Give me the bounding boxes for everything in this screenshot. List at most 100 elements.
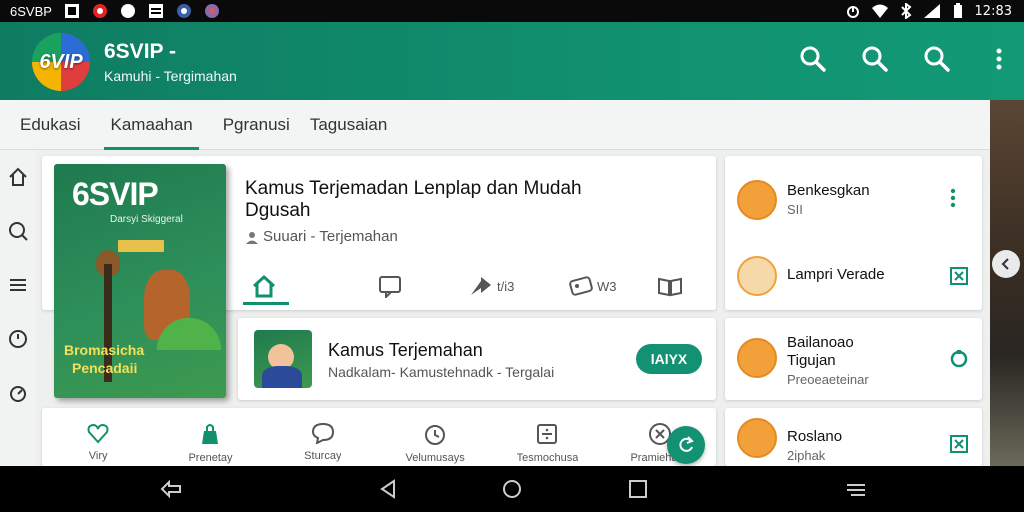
app-logo[interactable]: 6VIP (32, 33, 90, 91)
cover-bottom-line2: Pencadaii (72, 360, 138, 376)
tab-tagusaian[interactable]: Tagusaian (310, 100, 388, 150)
app-title: 6SVIP - (104, 40, 176, 63)
more-vert-icon (996, 48, 1002, 70)
action-book[interactable] (657, 275, 683, 297)
right-item-title: Bailanoao Tigujan (787, 334, 854, 369)
note-icon (148, 4, 163, 18)
recents-icon[interactable] (627, 479, 649, 499)
right-item-title: Lampri Verade (787, 266, 885, 283)
featured-subtitle: Suuari - Terjemahan (245, 228, 398, 245)
status-carrier-label: 6SVBP (10, 3, 52, 19)
action-home[interactable] (243, 274, 289, 305)
expand-icon[interactable] (949, 266, 969, 286)
nav-label-sturcay: Sturcay (304, 450, 342, 462)
side-rail (0, 150, 36, 466)
list-subtitle: Nadkalam- Kamustehnadk - Tergalai (328, 364, 555, 380)
featured-actions: t/i3 W3 (237, 266, 731, 306)
book-icon (658, 277, 682, 297)
right-item-sub: Preoeaeteinar (787, 372, 869, 387)
nav-item-prenetay[interactable]: Prenetay (154, 408, 266, 466)
avatar (737, 338, 777, 378)
tab-pgranusi[interactable]: Pgranusi (223, 100, 290, 150)
cover-tag (118, 240, 164, 252)
list-title: Kamus Terjemahan (328, 340, 483, 360)
more-vert-icon[interactable] (943, 188, 963, 208)
nav-label-viry: Viry (88, 450, 108, 462)
search-icon (924, 46, 950, 72)
user-icon (246, 231, 258, 244)
right-card-2: Bailanoao Tigujan Preoeaeteinar (725, 318, 982, 400)
nav-item-velumusays[interactable]: Velumusays (379, 408, 491, 466)
avatar (737, 418, 777, 458)
search-icon (800, 46, 826, 72)
floating-action-button[interactable] (667, 426, 705, 464)
comment-icon (379, 276, 401, 298)
nav-item-tesmochusa[interactable]: Tesmochusa (491, 408, 603, 466)
bluetooth-icon (900, 3, 912, 19)
nav-item-viry[interactable]: Viry (42, 408, 154, 466)
nav-item-sturcay[interactable]: Sturcay (267, 408, 379, 466)
cover-title: 6SVIP (72, 176, 159, 212)
lock-icon[interactable] (949, 348, 969, 368)
search-button-1[interactable] (798, 44, 828, 74)
heart-icon (87, 423, 109, 444)
chat-icon (311, 422, 334, 444)
cover-plant (154, 310, 224, 350)
expand-icon[interactable] (949, 434, 969, 454)
right-list-item-3[interactable]: Bailanoao Tigujan Preoeaeteinar (737, 328, 977, 388)
back-icon[interactable] (378, 479, 400, 499)
alarm-icon (846, 6, 859, 18)
tag-icon (569, 276, 593, 296)
search-button-3[interactable] (922, 44, 952, 74)
list-card[interactable]: Kamus Terjemahan Nadkalam- Kamustehnadk … (238, 318, 716, 400)
status-bar: 6SVBP 12:83 (0, 0, 1024, 22)
status-time: 12:83 (974, 3, 1012, 19)
action-comment[interactable] (377, 274, 403, 298)
list-thumbnail (254, 330, 312, 388)
side-arrow-button[interactable] (992, 250, 1020, 278)
overflow-menu-button[interactable] (984, 44, 1014, 74)
system-nav-bar (0, 466, 1024, 512)
right-item-sub: 2iphak (787, 448, 826, 463)
search-button-2[interactable] (860, 44, 890, 74)
search-icon[interactable] (7, 220, 29, 242)
timer-icon[interactable] (7, 382, 29, 404)
featured-subtitle-text: Suuari - Terjemahan (263, 228, 398, 245)
battery-icon (953, 3, 962, 18)
bag-icon (202, 424, 219, 444)
list-icon[interactable] (7, 274, 29, 296)
vpn-icon (92, 4, 107, 18)
nav-label-prenetay: Prenetay (188, 452, 233, 464)
calculator-icon (537, 424, 558, 444)
tab-edukasi[interactable]: Edukasi (20, 100, 80, 150)
action-tag[interactable]: W3 (569, 275, 617, 297)
thumb-body (262, 366, 302, 388)
clock-icon[interactable] (7, 328, 29, 350)
featured-title-line2: Dgusah (245, 200, 311, 221)
right-list-item-1[interactable]: Benkesgkan SII (737, 170, 977, 230)
book-cover-image[interactable]: 6SVIP Darsyi Skiggeral Bromasicha Pencad… (54, 164, 226, 398)
right-card-3: Roslano 2iphak (725, 408, 982, 466)
tab-kamaahan[interactable]: Kamaahan (104, 100, 199, 150)
image-icon (64, 4, 79, 18)
featured-title-line1: Kamus Terjemadan Lenplap dan Mudah (245, 178, 582, 199)
cover-subtitle: Darsyi Skiggeral (110, 214, 183, 225)
settings-app-icon (176, 4, 191, 18)
share-count: t/i3 (497, 278, 515, 294)
right-list-item-4[interactable]: Roslano 2iphak (737, 408, 977, 468)
bottom-nav-card: Viry Prenetay Sturcay Velumusays Tesmoch… (42, 408, 716, 466)
wifi-icon (871, 4, 888, 18)
back-alt-icon[interactable] (160, 479, 182, 499)
home-icon[interactable] (7, 166, 29, 188)
home-circle-icon[interactable] (501, 479, 523, 499)
keyboard-switch-icon[interactable] (845, 479, 867, 499)
clock-icon (425, 425, 446, 445)
right-item-title: Roslano (787, 428, 843, 445)
signal-icon (923, 4, 940, 18)
tab-bar: Edukasi Kamaahan Pgranusi Tagusaian (0, 100, 990, 150)
action-share[interactable]: t/i3 (469, 275, 514, 297)
refresh-icon (679, 436, 694, 452)
open-button[interactable]: lAlYX (636, 344, 702, 374)
logo-text: 6VIP (39, 50, 83, 73)
right-list-item-2[interactable]: Lampri Verade (737, 246, 977, 306)
